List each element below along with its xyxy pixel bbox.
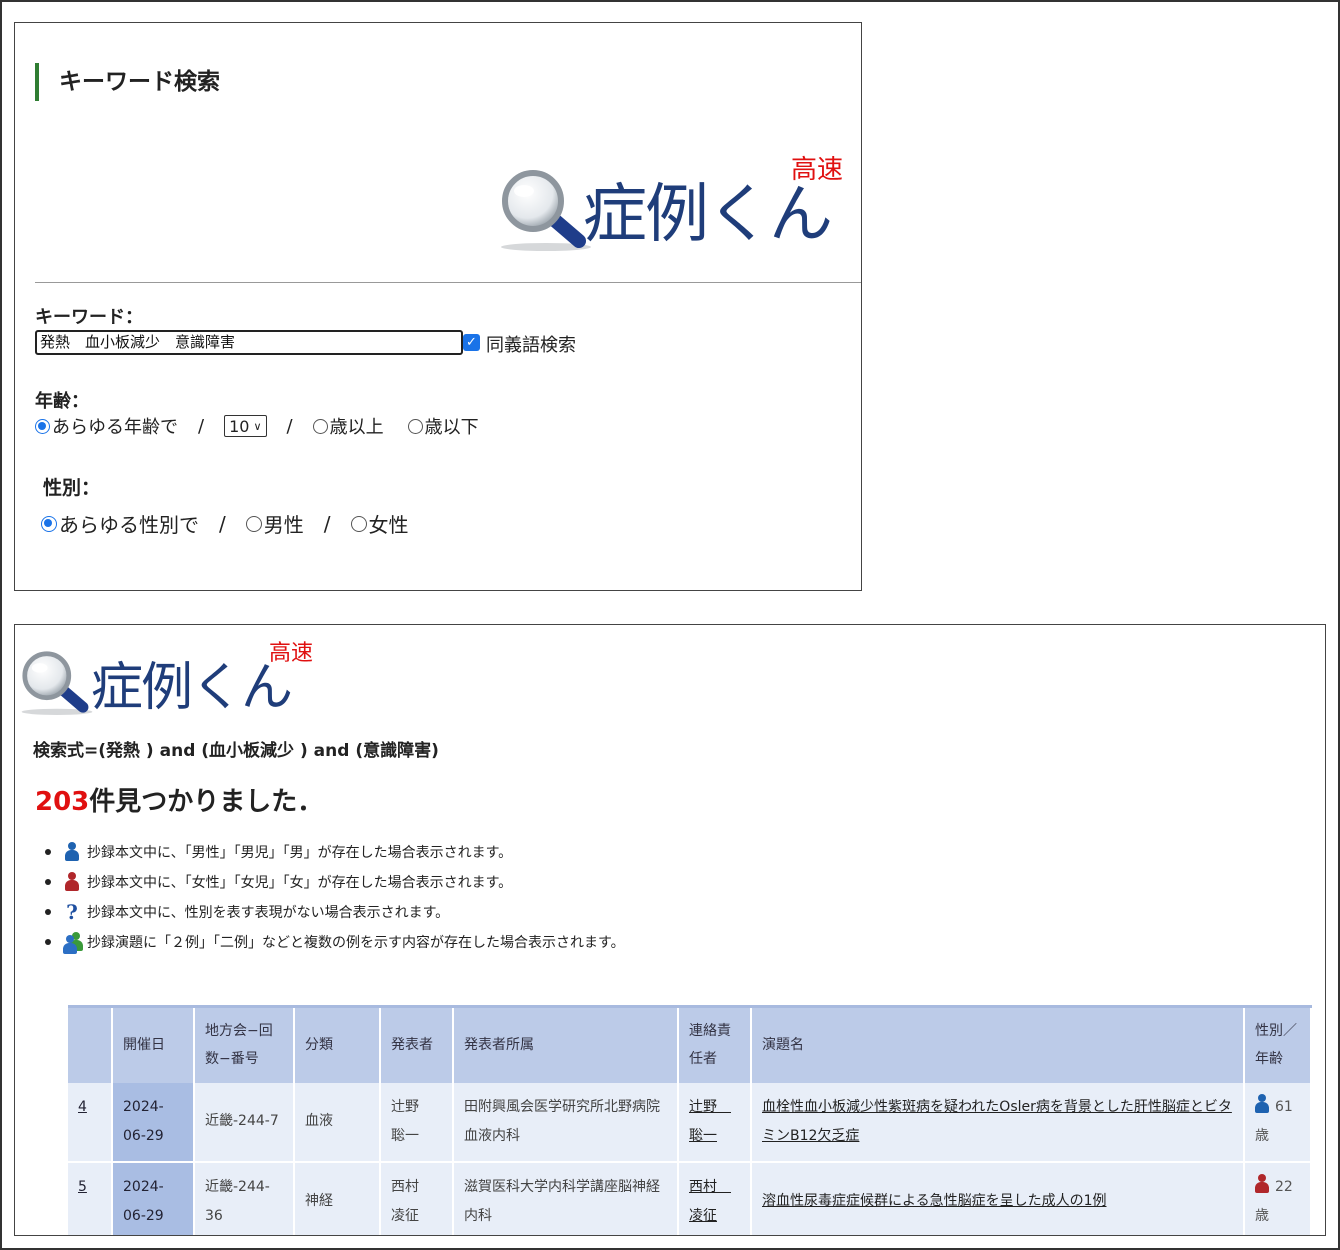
result-count-number: 203 [35,787,90,817]
gender-female-radio[interactable] [350,515,367,532]
header-num [68,1005,113,1083]
result-count-suffix: 件見つかりました． [89,787,324,817]
bullet [45,939,51,945]
bullet [45,909,51,915]
search-query: 検索式=(発熱 ) and (血小板減少 ) and (意識障害) [33,741,439,761]
legend-text: 抄録演題に「２例」「二例」などと複数の例を示す内容が存在した場合表示されます。 [87,935,625,951]
row-contact[interactable]: 西村 凌征 [678,1161,752,1235]
bullet [45,849,51,855]
legend-text: 抄録本文中に、「男性」「男児」「男」が存在した場合表示されます。 [87,845,513,861]
synonym-label: 同義語検索 [486,335,576,356]
row-presenter: 辻野 聡一 [380,1082,454,1163]
result-count: 203件見つかりました． [35,781,323,818]
female-icon [1255,1173,1269,1194]
row-presenter: 西村 凌征 [380,1161,454,1235]
age-select[interactable]: 10 ∨ [224,415,267,437]
magnifier-icon [501,170,591,251]
age-any-label: あらゆる年齢で [52,417,178,438]
age-below-label: 歳以下 [424,417,479,438]
title-link[interactable]: 血栓性血小板減少性紫斑病を疑われたOsler病を背景とした肝性脳症とビタミンB1… [762,1099,1232,1144]
gender-options: あらゆる性別で / 男性 / 女性 [41,509,409,538]
list-item: 抄録本文中に、「女性」「女児」「女」が存在した場合表示されます。 [45,867,625,897]
header-region: 地方会−回数−番号 [194,1005,295,1083]
row-affiliation: 滋賀医科大学内科学講座脳神経内科 [453,1161,679,1235]
row-num[interactable]: 5 [68,1161,113,1235]
age-above-radio[interactable] [312,418,328,434]
chevron-down-icon: ∨ [253,419,262,433]
male-icon [1255,1093,1269,1114]
row-region: 近畿-244-7 [194,1082,295,1163]
row-title[interactable]: 溶血性尿毒症症候群による急性脳症を呈した成人の1例 [751,1161,1245,1235]
contact-link[interactable]: 辻野 聡一 [689,1099,731,1144]
row-affiliation: 田附興風会医学研究所北野病院血液内科 [453,1082,679,1163]
age-label: 年齢： [35,391,89,412]
gender-male-radio[interactable] [245,515,262,532]
logo-badge: 高速 [269,641,314,666]
header-date: 開催日 [112,1005,195,1083]
bullet [45,879,51,885]
icon-legend: 抄録本文中に、「男性」「男児」「男」が存在した場合表示されます。 抄録本文中に、… [45,837,625,957]
separator: / [286,415,293,437]
table-row: 5 2024-06-29 近畿-244-36 神経 西村 凌征 滋賀医科大学内科… [68,1161,1312,1235]
divider [35,282,861,283]
row-category: 血液 [294,1082,381,1163]
header-presenter: 発表者 [380,1005,454,1083]
table-row: 4 2024-06-29 近畿-244-7 血液 辻野 聡一 田附興風会医学研究… [68,1082,1312,1163]
contact-link[interactable]: 西村 凌征 [689,1179,731,1224]
gender-male-label: 男性 [263,513,304,537]
row-num[interactable]: 4 [68,1082,113,1163]
age-above-label: 歳以上 [329,417,384,438]
male-icon [65,842,79,862]
separator: / [219,511,226,536]
question-icon: ? [66,900,78,924]
row-title[interactable]: 血栓性血小板減少性紫斑病を疑われたOsler病を背景とした肝性脳症とビタミンB1… [751,1082,1245,1163]
logo-badge: 高速 [791,155,844,185]
header-category: 分類 [294,1005,381,1083]
gender-any-radio[interactable] [41,515,57,532]
logo-text: 症例くん [91,658,293,718]
row-contact[interactable]: 辻野 聡一 [678,1082,752,1163]
legend-text: 抄録本文中に、「女性」「女児」「女」が存在した場合表示されます。 [87,875,513,891]
header-sex-age: 性別／年齢 [1244,1005,1312,1083]
header-title: 演題名 [751,1005,1245,1083]
row-num-link[interactable]: 4 [78,1099,87,1115]
row-num-link[interactable]: 5 [78,1179,87,1195]
row-sex-age: 22歳 [1244,1161,1312,1235]
separator: / [198,415,205,437]
app-logo: 症例くん 高速 [19,633,319,723]
gender-label: 性別： [43,477,101,499]
legend-text: 抄録本文中に、性別を表す表現がない場合表示されます。 [87,905,450,921]
row-category: 神経 [294,1161,381,1235]
row-sex-age: 61歳 [1244,1082,1312,1163]
age-below-radio[interactable] [407,418,423,434]
gender-female-label: 女性 [368,513,409,537]
keyword-label: キーワード： [35,307,143,328]
table-header-row: 開催日 地方会−回数−番号 分類 発表者 発表者所属 連絡責任者 演題名 性別／… [68,1005,1312,1083]
row-region: 近畿-244-36 [194,1161,295,1235]
app-logo: 症例くん 高速 [499,149,849,259]
header-contact: 連絡責任者 [678,1005,752,1083]
magnifier-icon [21,651,93,715]
female-icon [65,872,79,892]
multiple-people-icon [63,932,83,954]
list-item: 抄録本文中に、「男性」「男児」「男」が存在した場合表示されます。 [45,837,625,867]
search-form-panel: キーワード検索 症例くん 高速 キーワード： 発熱 血小板減少 意識障害 ✓ 同… [14,22,862,591]
row-date: 2024-06-29 [112,1082,195,1163]
title-link[interactable]: 溶血性尿毒症症候群による急性脳症を呈した成人の1例 [762,1193,1107,1209]
page-title: キーワード検索 [35,63,220,101]
gender-any-label: あらゆる性別で [59,513,199,537]
list-item: ? 抄録本文中に、性別を表す表現がない場合表示されます。 [45,897,625,927]
results-panel: 症例くん 高速 検索式=(発熱 ) and (血小板減少 ) and (意識障害… [14,624,1326,1236]
synonym-checkbox[interactable]: ✓ [463,334,480,351]
header-affiliation: 発表者所属 [453,1005,679,1083]
age-select-value: 10 [229,416,250,436]
results-table: 開催日 地方会−回数−番号 分類 発表者 発表者所属 連絡責任者 演題名 性別／… [68,1005,1312,1235]
list-item: 抄録演題に「２例」「二例」などと複数の例を示す内容が存在した場合表示されます。 [45,927,625,957]
row-date: 2024-06-29 [112,1161,195,1235]
age-any-radio[interactable] [35,418,50,434]
separator: / [323,511,331,536]
age-options: あらゆる年齢で / 10 ∨ / 歳以上 歳以下 [35,413,479,439]
keyword-input[interactable]: 発熱 血小板減少 意識障害 [35,330,463,355]
